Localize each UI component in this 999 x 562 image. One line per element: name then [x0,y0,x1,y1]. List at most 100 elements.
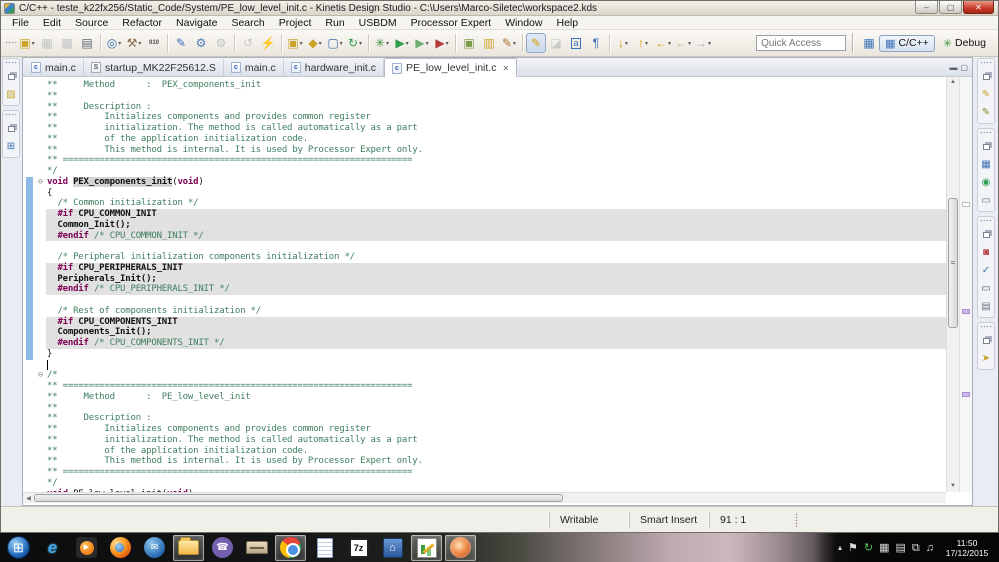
format-brush-button[interactable]: ✎ ▾ [499,33,519,53]
clipboard-tray-icon[interactable]: ▤ [895,542,905,554]
code-line[interactable]: ** Initializes components and provides c… [23,112,946,123]
code-line[interactable]: ** Method : PE_low_level_init [23,392,946,403]
code-line[interactable]: Common_Init(); [23,219,946,231]
vertical-scroll-thumb[interactable] [948,198,958,328]
restore-view-button[interactable] [3,120,19,136]
firefox-icon[interactable] [105,535,136,561]
quick-access-input[interactable] [756,35,847,51]
minimize-view-icon[interactable]: ▬ [949,63,957,72]
code-line[interactable]: ** [23,91,946,102]
code-line[interactable]: ** =====================================… [23,155,946,166]
annotation-mark[interactable] [962,392,970,398]
open-element-button[interactable]: ▥ [479,33,499,53]
restore-view-button[interactable] [978,332,994,348]
new-project-button[interactable]: ▣ ▾ [285,33,305,53]
menu-help[interactable]: Help [549,17,585,29]
back-button[interactable]: ← ▾ [673,33,693,53]
code-line[interactable]: ** Description : [23,413,946,424]
gear-sync-button[interactable]: ⚙ [211,33,231,53]
horizontal-scrollbar[interactable]: ◀ [23,492,946,503]
restart-button[interactable]: ↻ ▾ [345,33,365,53]
code-line[interactable]: #endif /* CPU_PERIPHERALS_INIT */ [23,284,946,295]
code-line[interactable]: ** This method is internal. It is used b… [23,456,946,467]
vertical-scrollbar[interactable]: ▲ ▼ [946,77,959,492]
windows-grid-icon[interactable]: ▦ [879,542,889,554]
save-button[interactable]: ▦ [37,33,57,53]
code-line[interactable] [23,241,946,252]
horizontal-scroll-track[interactable] [34,493,946,503]
highlight-button[interactable]: ✎ [526,33,546,53]
scroll-down-arrow-icon[interactable]: ▼ [947,481,959,492]
menu-run[interactable]: Run [318,17,351,29]
code-line[interactable]: Components_Init(); [23,327,946,338]
code-line[interactable]: */ [23,478,946,489]
mark-pen-button[interactable]: ✎ [171,33,191,53]
window-minimize-button[interactable]: – [915,1,938,14]
menu-project[interactable]: Project [272,17,319,29]
tab-main-c[interactable]: c main.c [24,59,84,76]
menu-usbdm[interactable]: USBDM [352,17,404,29]
project-explorer-button[interactable]: ▨ [3,86,19,102]
image-viewer-icon[interactable] [445,534,476,561]
build-button[interactable]: ⚒ ▾ [124,33,144,53]
properties-view-button[interactable]: ▤ [978,298,994,314]
media-player-icon[interactable]: ▶ [71,535,102,561]
fold-marker[interactable]: ⊖ [35,177,46,188]
code-line[interactable]: ** Description : [23,102,946,113]
internet-explorer-icon[interactable]: e [37,535,68,561]
code-line[interactable]: ⊖/* [23,370,946,381]
sevenzip-icon[interactable]: 7z [343,535,374,561]
code-line[interactable]: #endif /* CPU_COMMON_INIT */ [23,230,946,242]
new-file-button[interactable]: ▢ ▾ [325,33,345,53]
code-line[interactable]: ** initialization. The method is called … [23,123,946,134]
forward-button[interactable]: → ▾ [693,33,713,53]
new-button[interactable]: ▣ ▾ [17,33,37,53]
coverage-button[interactable]: ▶ ▾ [432,33,452,53]
restore-view-button[interactable] [978,68,994,84]
print-button[interactable]: ▤ [77,33,97,53]
show-whitespace-button[interactable]: ¶ [586,33,606,53]
scanner-icon[interactable] [241,535,272,561]
overview-ruler[interactable] [959,77,972,492]
code-line[interactable]: ** initialization. The method is called … [23,435,946,446]
tasks-view-button[interactable]: ✓ [978,262,994,278]
window-close-button[interactable]: ✕ [963,1,994,14]
debug-target-view-button[interactable]: ◉ [978,174,994,190]
restore-view-button[interactable] [978,138,994,154]
code-line[interactable]: #if CPU_COMPONENTS_INIT [23,316,946,328]
goto-up-button[interactable]: ↑ ▾ [633,33,653,53]
tab-hardware-init-c[interactable]: c hardware_init.c [284,59,384,76]
run-last-button[interactable]: ▶ ▾ [412,33,432,53]
tab-pe-low-level-init-c[interactable]: c PE_low_level_init.c ✕ [383,58,518,77]
horizontal-scroll-thumb[interactable] [34,494,563,502]
code-line[interactable]: ** This method is internal. It is used b… [23,145,946,156]
menu-navigate[interactable]: Navigate [169,17,224,29]
tab-close-icon[interactable]: ✕ [502,64,509,73]
revert-button[interactable]: ↺ [238,33,258,53]
menu-edit[interactable]: Edit [36,17,68,29]
code-line[interactable]: /* Common initialization */ [23,198,946,209]
vertical-scroll-track[interactable] [947,88,959,481]
windows-explorer-icon[interactable] [173,534,204,561]
tab-startup-mk22f25612-s[interactable]: Sstartup_MK22F25612.S [84,59,224,76]
menu-search[interactable]: Search [224,17,271,29]
code-line[interactable]: ** of the application initialization cod… [23,134,946,145]
notepad-icon[interactable] [309,535,340,561]
code-line[interactable]: #endif /* CPU_COMPONENTS_INIT */ [23,338,946,349]
new-wizard-button[interactable]: ▣ [459,33,479,53]
open-perspective-button[interactable]: ▦ [859,33,879,53]
show-hidden-icons[interactable]: ▴ [838,542,842,554]
volume-icon[interactable]: ♫ [926,542,934,554]
menu-window[interactable]: Window [498,17,549,29]
network-icon[interactable]: ⧉ [912,542,920,554]
window-maximize-button[interactable]: ▢ [939,1,962,14]
new-class-button[interactable]: ◆ ▾ [305,33,325,53]
binary-tools-button[interactable]: 010 [144,33,164,53]
thunderbird-icon[interactable]: ✉ [139,535,170,561]
scroll-up-arrow-icon[interactable]: ▲ [947,77,959,88]
outline-view-button[interactable]: ▦ [978,156,994,172]
fold-marker[interactable]: ⊖ [35,370,46,381]
menu-refactor[interactable]: Refactor [115,17,169,29]
code-line[interactable]: } [23,348,946,360]
code-line[interactable]: ** of the application initialization cod… [23,446,946,457]
